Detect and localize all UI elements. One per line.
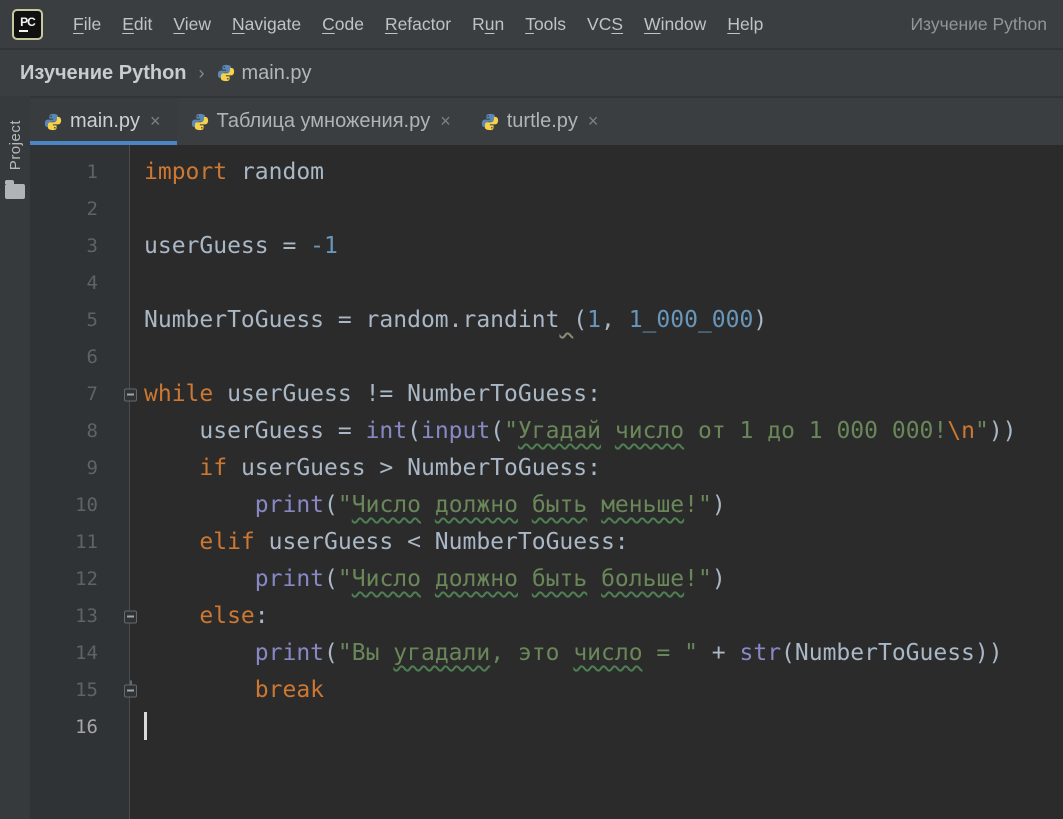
code-text: userGuess = -1 <box>144 233 338 259</box>
line-number: 5 <box>86 309 98 331</box>
code-text: NumberToGuess = random.randint (1, 1_000… <box>144 307 768 333</box>
titlebar-project-name: Изучение Python <box>910 13 1047 34</box>
menu-vcs[interactable]: VCS <box>587 14 623 35</box>
code-line[interactable]: 6 <box>30 339 1063 376</box>
code-lines: 1 import random 2 3 userGuess = -1 4 5 NumberTo… <box>30 145 1063 746</box>
breadcrumb-chevron-icon: › <box>198 62 205 83</box>
menu-view[interactable]: View <box>173 14 211 35</box>
menu-file[interactable]: File <box>73 14 101 35</box>
code-line[interactable]: 12 print("Число должно быть больше!") <box>30 561 1063 598</box>
line-number: 2 <box>86 198 98 220</box>
fold-marker-icon[interactable] <box>124 388 137 401</box>
code-text: elif userGuess < NumberToGuess: <box>199 529 629 555</box>
breadcrumb-project[interactable]: Изучение Python <box>20 62 187 85</box>
code-text <box>130 709 1063 746</box>
python-icon <box>191 113 208 130</box>
code-text: userGuess = int(input("Угадай число от 1… <box>144 418 1017 444</box>
menu-navigate[interactable]: Navigate <box>232 14 301 35</box>
code-text: while userGuess != NumberToGuess: <box>144 381 601 407</box>
line-number: 7 <box>30 376 137 413</box>
fold-marker-icon[interactable] <box>124 610 137 623</box>
line-number: 16 <box>75 716 98 738</box>
editor[interactable]: 1 import random 2 3 userGuess = -1 4 5 NumberTo… <box>30 145 1063 819</box>
code-line[interactable]: 10 print("Число должно быть меньше!") <box>30 487 1063 524</box>
menu-help[interactable]: Help <box>727 14 763 35</box>
line-number: 13 <box>30 598 137 635</box>
menu-tools[interactable]: Tools <box>525 14 566 35</box>
code-text: print("Вы угадали, это число = " + str(N… <box>254 640 1003 666</box>
line-number: 15 <box>30 672 137 709</box>
menu-run[interactable]: Run <box>472 14 504 35</box>
python-icon <box>44 113 62 130</box>
line-number: 14 <box>75 642 98 664</box>
code-line[interactable]: 3 userGuess = -1 <box>30 228 1063 265</box>
pycharm-logo-text: PC <box>20 15 36 29</box>
line-number: 9 <box>86 457 98 479</box>
code-line[interactable]: 4 <box>30 265 1063 302</box>
code-text: print("Число должно быть больше!") <box>254 566 726 592</box>
line-number: 10 <box>75 494 98 516</box>
tab-label: turtle.py <box>506 110 578 132</box>
code-line[interactable]: 7 while userGuess != NumberToGuess: <box>30 376 1063 413</box>
python-icon <box>481 113 498 130</box>
code-text: import random <box>144 159 325 185</box>
code-line[interactable]: 11 elif userGuess < NumberToGuess: <box>30 524 1063 561</box>
menu-bar: PC File Edit View Navigate Code Refactor Run To… <box>0 0 1063 48</box>
menu-window[interactable]: Window <box>644 14 706 35</box>
pycharm-window: PC File Edit View Navigate Code Refactor Run To… <box>0 0 1063 819</box>
pycharm-logo: PC <box>12 8 43 40</box>
tab-turtle-py[interactable]: turtle.py × <box>467 98 615 145</box>
tab-label: Таблица умножения.py <box>216 110 431 132</box>
code-text: else: <box>199 603 269 629</box>
menu-edit[interactable]: Edit <box>122 14 152 35</box>
code-line[interactable]: 2 <box>30 191 1063 228</box>
pycharm-logo-underline <box>19 30 28 32</box>
code-line[interactable]: 5 NumberToGuess = random.randint (1, 1_00… <box>30 302 1063 339</box>
text-caret <box>144 712 147 740</box>
tab-label: main.py <box>70 110 141 132</box>
breadcrumb-file[interactable]: main.py <box>217 62 312 85</box>
tab-main-py[interactable]: main.py × <box>30 98 177 145</box>
code-text: if userGuess > NumberToGuess: <box>199 455 601 481</box>
line-number: 3 <box>86 235 98 257</box>
line-number: 12 <box>75 568 98 590</box>
code-line[interactable]: 16 <box>30 709 1063 746</box>
line-number: 11 <box>75 531 98 553</box>
code-line[interactable]: 1 import random <box>30 154 1063 191</box>
tab-multiplication-table-py[interactable]: Таблица умножения.py × <box>177 98 467 145</box>
folder-icon[interactable] <box>5 180 25 200</box>
menu-refactor[interactable]: Refactor <box>385 14 451 35</box>
tool-window-strip: Project <box>0 96 30 819</box>
code-line[interactable]: 13 else: <box>30 598 1063 635</box>
code-line[interactable]: 15 break <box>30 672 1063 709</box>
code-text: break <box>254 677 325 703</box>
fold-marker-icon[interactable] <box>124 680 137 697</box>
project-tool-button[interactable]: Project <box>7 120 24 170</box>
code-line[interactable]: 14 print("Вы угадали, это число = " + st… <box>30 635 1063 672</box>
menu-items: File Edit View Navigate Code Refactor Run Tools… <box>73 14 763 35</box>
breadcrumb-file-label: main.py <box>241 61 312 84</box>
close-icon[interactable]: × <box>150 111 161 132</box>
code-text: print("Число должно быть меньше!") <box>254 492 726 518</box>
code-line[interactable]: 8 userGuess = int(input("Угадай число от… <box>30 413 1063 450</box>
line-number: 6 <box>86 346 98 368</box>
close-icon[interactable]: × <box>588 111 599 132</box>
line-number: 1 <box>86 161 98 183</box>
line-number: 4 <box>86 272 98 294</box>
close-icon[interactable]: × <box>440 111 451 132</box>
breadcrumb: Изучение Python › main.py <box>0 48 1063 96</box>
code-line[interactable]: 9 if userGuess > NumberToGuess: <box>30 450 1063 487</box>
tab-bar: main.py × Таблица умножения.py × turtle.py… <box>30 96 1063 145</box>
menu-code[interactable]: Code <box>322 14 364 35</box>
line-number: 8 <box>86 420 98 442</box>
python-icon <box>217 64 234 82</box>
